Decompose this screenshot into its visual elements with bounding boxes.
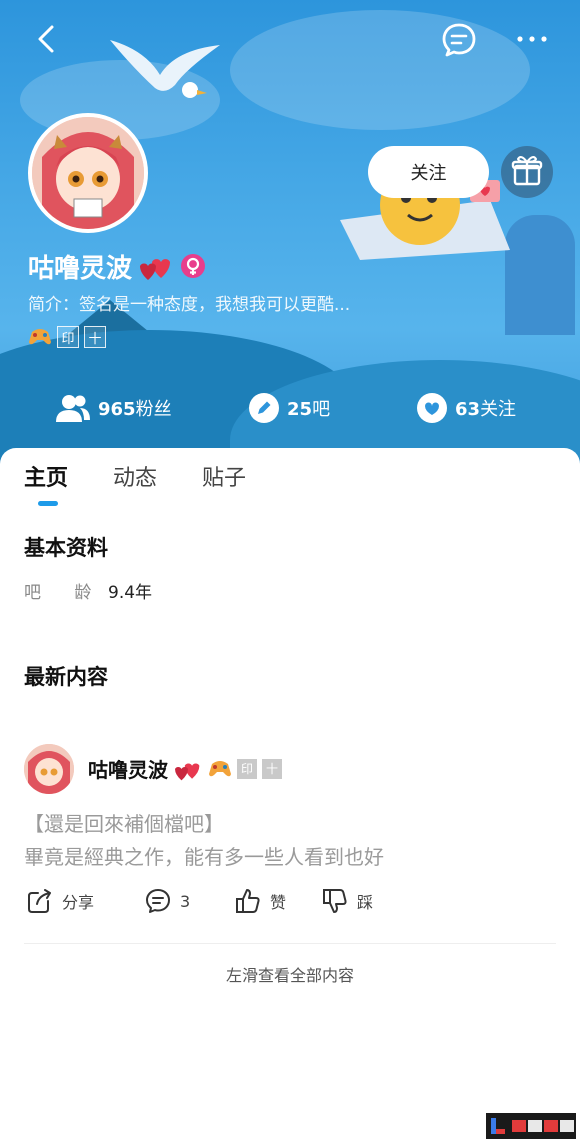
tab-home[interactable]: 主页: [24, 460, 68, 492]
game-controller-icon: [29, 329, 51, 345]
avatar-image: [32, 117, 144, 229]
bars-count: 25: [287, 399, 313, 420]
badge-seal: 印: [237, 758, 257, 779]
basic-info-title: 基本资料: [24, 536, 108, 560]
profile-avatar[interactable]: [28, 113, 148, 233]
game-controller-icon: [209, 760, 231, 776]
fans-count: 965: [98, 399, 136, 420]
divider: [24, 943, 556, 944]
tab-activity[interactable]: 动态: [113, 460, 157, 492]
seagull-illustration: [110, 40, 220, 98]
comment-icon: [146, 889, 170, 913]
badge-plus: 十: [262, 758, 282, 779]
heart-icon: [417, 393, 447, 423]
bars-label: 吧: [312, 399, 331, 420]
badge-row: 印 十: [28, 326, 106, 348]
like-label: 赞: [270, 893, 287, 912]
fans-label: 粉丝: [135, 399, 172, 420]
back-arrow-icon[interactable]: [30, 22, 64, 56]
more-options-icon[interactable]: [512, 26, 552, 52]
avatar-image: [24, 744, 74, 794]
comment-button[interactable]: 3: [144, 886, 190, 916]
tab-posts[interactable]: 贴子: [202, 460, 246, 492]
username-row: 咕噜灵波: [28, 246, 206, 286]
female-gender-icon: [181, 254, 206, 278]
share-button[interactable]: 分享: [26, 886, 94, 916]
users-icon: [56, 395, 90, 422]
tab-bar: 主页 动态 贴子: [0, 448, 580, 518]
fans-stat[interactable]: 965粉丝: [56, 386, 172, 430]
thumbs-up-icon: [236, 889, 260, 913]
gift-icon: [511, 156, 543, 186]
like-button[interactable]: 赞: [234, 886, 286, 916]
double-heart-icon: [175, 762, 200, 780]
username: 咕噜灵波: [28, 253, 133, 284]
dislike-button[interactable]: 踩: [321, 886, 373, 916]
profile-stats: 965粉丝 25吧 63关注: [0, 386, 580, 430]
follow-button[interactable]: 关注: [368, 146, 489, 198]
comment-count: 3: [180, 891, 191, 911]
thumbs-down-icon: [323, 889, 347, 913]
double-heart-icon: [140, 259, 171, 280]
post-title[interactable]: 【還是回來補個檔吧】: [24, 808, 224, 837]
dislike-label: 踩: [357, 893, 374, 912]
active-tab-indicator: [38, 501, 58, 506]
following-stat[interactable]: 63关注: [417, 386, 516, 430]
post-excerpt[interactable]: 畢竟是經典之作，能有多一些人看到也好: [24, 841, 384, 870]
bar-age-value: 9.4年: [108, 583, 153, 603]
badge-seal[interactable]: 印: [57, 326, 79, 348]
site-watermark-logo: [486, 1113, 576, 1139]
badge-plus[interactable]: 十: [84, 326, 106, 348]
post-author-name[interactable]: 咕噜灵波: [88, 754, 168, 783]
cloud-decoration: [230, 10, 530, 130]
profile-bio: 简介：签名是一种态度，我想我可以更酷...: [28, 295, 351, 315]
gift-button[interactable]: [501, 146, 553, 198]
pencil-icon: [249, 393, 279, 423]
share-icon: [28, 889, 51, 913]
post-author-row: 咕噜灵波 印 十: [88, 754, 282, 783]
profile-header: 关注 咕噜灵波 简介：签名是一种态度，我想我可以更酷... 印 十 965粉丝 …: [0, 0, 580, 470]
content-card: 主页 动态 贴子 基本资料 吧 龄 9.4年 最新内容 咕噜灵波 印 十 【還是…: [0, 448, 580, 1143]
chat-bubble-icon[interactable]: [440, 22, 478, 58]
share-label: 分享: [62, 893, 95, 912]
post-author-avatar[interactable]: [24, 744, 74, 794]
latest-content-title: 最新内容: [24, 665, 108, 689]
watermark-lettering: [512, 1120, 574, 1132]
following-label: 关注: [480, 399, 517, 420]
bar-age-label: 吧 龄: [24, 583, 106, 603]
view-all-content-link[interactable]: 左滑查看全部内容: [0, 962, 580, 986]
following-count: 63: [455, 399, 481, 420]
bars-stat[interactable]: 25吧: [249, 386, 330, 430]
logo-mark-icon: [491, 1118, 505, 1134]
